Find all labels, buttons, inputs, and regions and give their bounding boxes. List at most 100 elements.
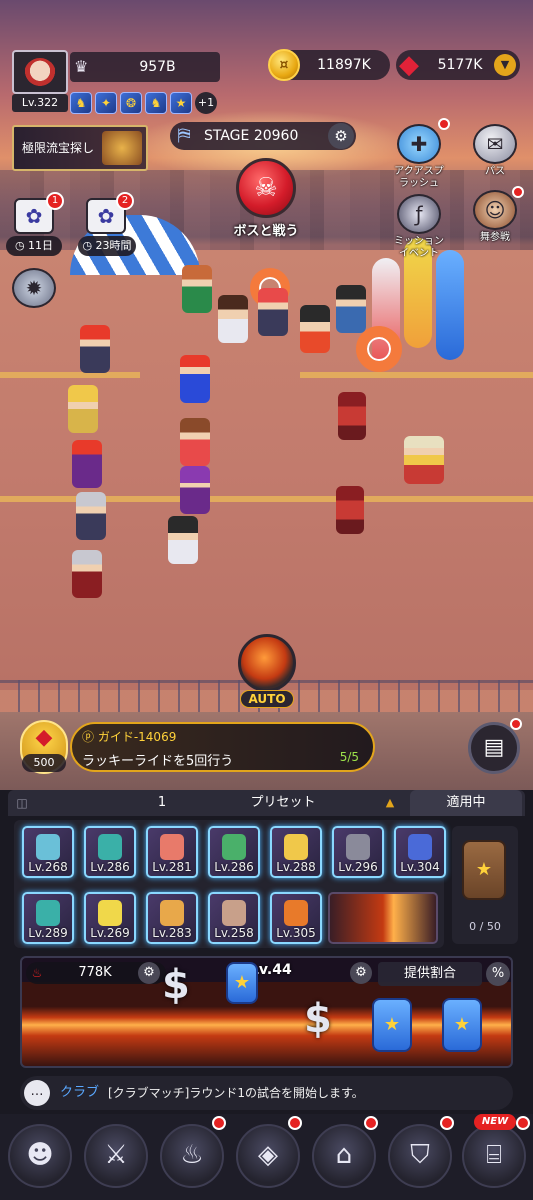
hero-character[interactable] <box>76 492 106 540</box>
hero-character[interactable] <box>80 325 110 373</box>
gold-value: 11897K <box>317 57 371 73</box>
backpack-count: 0 / 50 <box>469 920 501 933</box>
equipment-slot[interactable]: Lv.305 <box>270 892 322 944</box>
guide-reward[interactable]: ◆ 500 <box>20 720 68 774</box>
hero-character[interactable] <box>180 355 210 403</box>
equipment-icon <box>284 900 308 926</box>
suitcase-icon: ★ <box>372 998 412 1052</box>
gear-icon[interactable]: ⚙ <box>328 123 354 149</box>
hero-character[interactable] <box>168 516 198 564</box>
gift-timer-value: 11日 <box>28 239 54 252</box>
aqua-splash-button[interactable]: ✚ アクアスプラッシュ <box>394 124 444 190</box>
nav-club[interactable]: ⛉ <box>388 1124 452 1188</box>
npc-character <box>218 295 248 343</box>
mission-event-button[interactable]: ƒ ミッションイベント <box>394 194 444 260</box>
lucky-ride-panel[interactable]: ♨ 778K ⚙ Lv.44 ⚙ 提供割合 % $ $ ★ ★ ★ <box>20 956 513 1068</box>
treasure-event-banner[interactable]: 極限流宝探し <box>12 125 148 171</box>
backpack-button[interactable]: ★ 0 / 50 <box>452 826 518 944</box>
chevron-up-icon[interactable]: ▲ <box>380 790 400 816</box>
equipment-icon <box>36 834 60 860</box>
swim-ring <box>356 326 402 372</box>
aqua-splash-label: アクアスプラッシュ <box>394 166 444 189</box>
chat-bar[interactable]: … クラブ [クラブマッチ]ラウンド1の試合を開始します。 <box>20 1076 513 1110</box>
buff-icon[interactable]: ★ <box>170 92 192 114</box>
nav-shop[interactable]: ⌸ <box>462 1124 526 1188</box>
news-button[interactable]: ▤ <box>468 722 520 774</box>
equipment-slot[interactable]: Lv.269 <box>84 892 136 944</box>
preset-number[interactable]: 1 <box>142 790 182 816</box>
ruby-icon: ◆ <box>399 50 419 80</box>
pass-button[interactable]: ✉ パス <box>470 124 520 178</box>
new-badge: NEW <box>474 1114 516 1130</box>
buff-icon[interactable]: ♞ <box>70 92 92 114</box>
mai-join-button[interactable]: ☺ 舞参戦 <box>470 190 520 244</box>
equipment-slot[interactable]: Lv.289 <box>22 892 74 944</box>
enemy-character[interactable] <box>338 392 366 440</box>
combat-power-value: 957B <box>139 59 176 75</box>
mission-logo-icon: ƒ <box>397 194 441 234</box>
event-label: 極限流宝探し <box>22 141 95 155</box>
guide-title: ⓟ ガイド-14069 <box>82 730 177 744</box>
equipment-slot[interactable]: Lv.268 <box>22 826 74 878</box>
equipment-slot[interactable]: Lv.286 <box>84 826 136 878</box>
enemy-character[interactable] <box>336 486 364 534</box>
pass-label: パス <box>485 166 505 177</box>
equipment-slot[interactable]: Lv.283 <box>146 892 198 944</box>
notification-dot <box>440 1116 454 1130</box>
equipment-slot[interactable]: Lv.304 <box>394 826 446 878</box>
ride-power: ♨ 778K ⚙ <box>26 962 166 984</box>
enemy-character[interactable] <box>404 436 444 484</box>
preset-label[interactable]: プリセット <box>208 790 358 816</box>
equipment-icon <box>222 900 246 926</box>
hero-character[interactable] <box>180 418 210 466</box>
equipment-level: Lv.258 <box>214 926 254 940</box>
drop-rate-button[interactable]: 提供割合 <box>378 962 482 986</box>
equipment-slot[interactable]: Lv.286 <box>208 826 260 878</box>
special-skill-slot[interactable] <box>328 892 438 944</box>
boss-fight-button[interactable]: ☠ <box>236 158 296 218</box>
hero-character[interactable] <box>180 466 210 514</box>
notification-dot <box>510 718 522 730</box>
equipment-icon <box>408 834 432 860</box>
equipment-slot[interactable]: Lv.296 <box>332 826 384 878</box>
percent-button[interactable]: % <box>486 962 510 986</box>
equipment-icon <box>222 834 246 860</box>
equipment-slot[interactable]: Lv.258 <box>208 892 260 944</box>
equipment-level: Lv.289 <box>28 926 68 940</box>
stage-indicator[interactable]: ⛿ STAGE 20960 ⚙ <box>170 122 356 150</box>
player-avatar[interactable] <box>12 50 68 94</box>
preset-bar: ◫ 1 プリセット ▲ 適用中 <box>8 790 525 816</box>
hero-character[interactable] <box>72 440 102 488</box>
buff-list[interactable]: ♞ ✦ ❂ ♞ ★ +1 <box>70 92 217 114</box>
gear-icon[interactable]: ⚙ <box>138 962 160 984</box>
temple-icon: ⌂ <box>335 1140 353 1170</box>
npc-character <box>336 285 366 333</box>
buff-icon[interactable]: ❂ <box>120 92 142 114</box>
buff-more-button[interactable]: +1 <box>195 92 217 114</box>
nav-board[interactable]: ◈ <box>236 1124 300 1188</box>
gem-value: 5177K <box>437 57 483 73</box>
preset-status[interactable]: 適用中 <box>410 790 522 816</box>
equipment-icon <box>284 834 308 860</box>
gift-badge: 1 <box>46 192 64 210</box>
nav-character[interactable]: ☻ <box>8 1124 72 1188</box>
equipment-icon <box>98 834 122 860</box>
chevron-down-icon[interactable]: ▼ <box>494 54 516 76</box>
combat-power: ♛ 957B <box>70 52 220 82</box>
swirl-icon[interactable]: ✹ <box>12 268 56 308</box>
buff-icon[interactable]: ♞ <box>145 92 167 114</box>
auto-label[interactable]: AUTO <box>240 690 294 708</box>
npc-character <box>182 265 212 313</box>
hero-character[interactable] <box>72 550 102 598</box>
equipment-slot[interactable]: Lv.288 <box>270 826 322 878</box>
nav-dungeon[interactable]: ⌂ <box>312 1124 376 1188</box>
gear-icon[interactable]: ⚙ <box>350 962 372 984</box>
gift-timer: ◷ 11日 <box>6 236 62 256</box>
buff-icon[interactable]: ✦ <box>95 92 117 114</box>
equipment-slot[interactable]: Lv.281 <box>146 826 198 878</box>
guide-quest[interactable]: ⓟ ガイド-14069 ラッキーライドを5回行う 5/5 <box>70 722 375 772</box>
nav-skill[interactable]: ⚔ <box>84 1124 148 1188</box>
hero-character[interactable] <box>68 385 98 433</box>
auto-skill-button[interactable] <box>238 634 296 692</box>
nav-upgrade[interactable]: ♨ <box>160 1124 224 1188</box>
